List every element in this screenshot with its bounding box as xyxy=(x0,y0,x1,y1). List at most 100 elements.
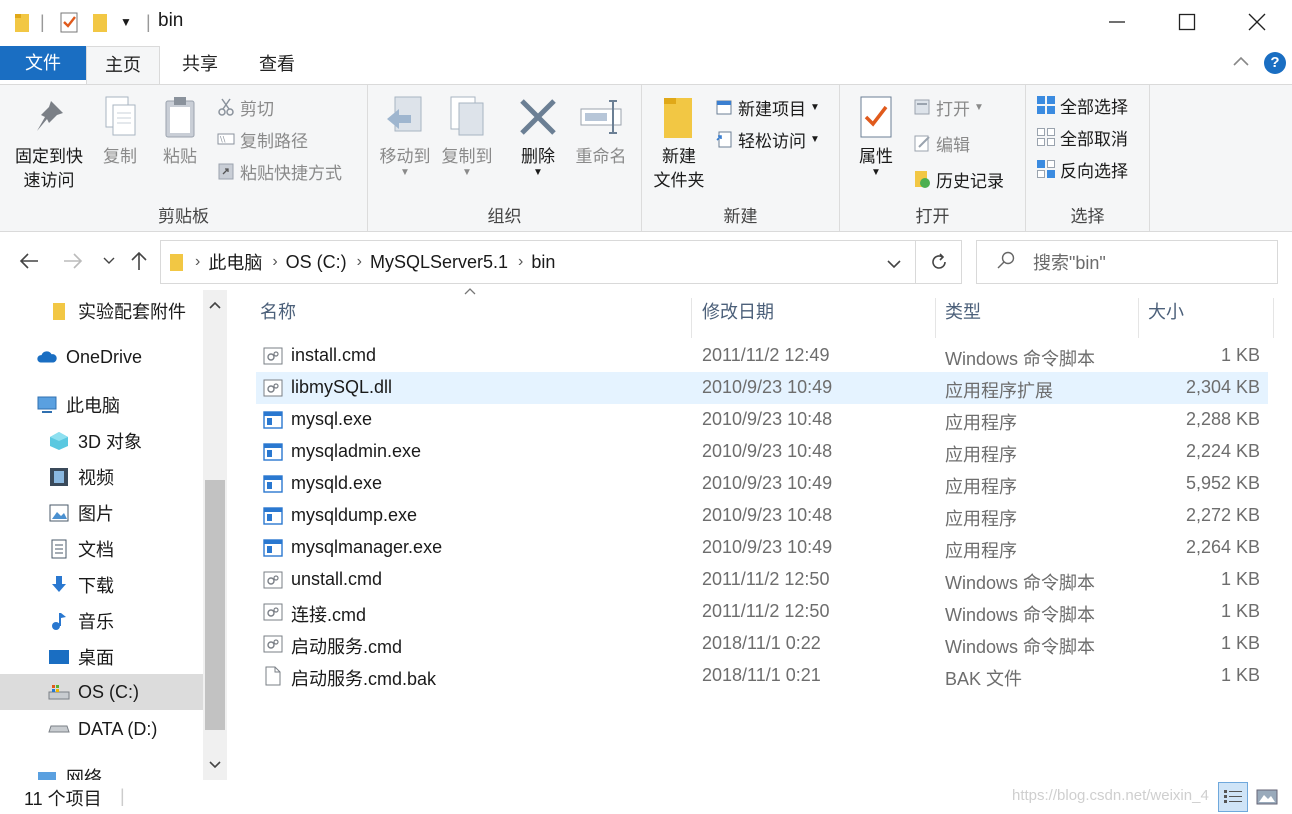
invert-selection-button[interactable]: 反向选择 xyxy=(1036,155,1128,183)
tab-view[interactable]: 查看 xyxy=(240,46,314,84)
breadcrumb-bin[interactable]: bin xyxy=(531,252,555,273)
rename-button[interactable]: 重命名 xyxy=(568,93,634,169)
file-size: 2,272 KB xyxy=(1185,505,1260,525)
column-header-name[interactable]: 名称 xyxy=(252,298,692,338)
nav-item-onedrive[interactable]: OneDrive xyxy=(36,340,142,374)
nav-item-network[interactable]: 网络 xyxy=(36,760,102,780)
refresh-button[interactable] xyxy=(916,240,962,284)
file-size: 1 KB xyxy=(1220,345,1260,365)
nav-item-this-pc[interactable]: 此电脑 xyxy=(36,388,120,422)
paste-shortcut-button[interactable]: 粘贴快捷方式 xyxy=(216,157,342,185)
file-row[interactable]: 连接.cmd 2011/11/2 12:50 Windows 命令脚本 1 KB xyxy=(256,596,1268,628)
select-all-button[interactable]: 全部选择 xyxy=(1036,91,1128,119)
easy-access-button[interactable]: 轻松访问 ▼ xyxy=(714,125,820,153)
file-name[interactable]: install.cmd xyxy=(291,345,376,366)
cut-button[interactable]: 剪切 xyxy=(216,93,274,121)
file-row[interactable]: install.cmd 2011/11/2 12:49 Windows 命令脚本 1 … xyxy=(256,340,1268,372)
delete-button[interactable]: 删除 ▼ xyxy=(508,93,568,178)
search-box[interactable]: 搜索"bin" xyxy=(976,240,1278,284)
column-header-date[interactable]: 修改日期 xyxy=(694,298,936,338)
edit-button[interactable]: 编辑 xyxy=(912,129,970,157)
file-name[interactable]: mysqld.exe xyxy=(291,473,382,494)
open-button[interactable]: 打开 ▼ xyxy=(912,93,984,121)
select-none-button[interactable]: 全部取消 xyxy=(1036,123,1128,151)
nav-item-label: 此电脑 xyxy=(66,396,120,416)
file-name[interactable]: 连接.cmd xyxy=(291,601,366,627)
nav-item-3d-objects[interactable]: 3D 对象 xyxy=(48,424,142,458)
details-view-button[interactable] xyxy=(1218,782,1248,812)
scroll-up-icon[interactable] xyxy=(203,292,227,316)
tab-home[interactable]: 主页 xyxy=(86,46,160,84)
nav-item-music[interactable]: 音乐 xyxy=(48,604,114,638)
nav-item-downloads[interactable]: 下载 xyxy=(48,568,114,602)
scroll-down-icon[interactable] xyxy=(203,752,227,776)
up-button[interactable] xyxy=(124,246,154,276)
paste-button[interactable]: 粘贴 xyxy=(152,93,208,169)
file-row[interactable]: unstall.cmd 2011/11/2 12:50 Windows 命令脚本 1 … xyxy=(256,564,1268,596)
tab-file[interactable]: 文件 xyxy=(0,46,86,80)
scissors-icon xyxy=(216,97,236,117)
file-name[interactable]: mysqladmin.exe xyxy=(291,441,421,462)
separator: | xyxy=(120,786,125,806)
address-dropdown-icon[interactable] xyxy=(887,253,901,274)
nav-item-os-c[interactable]: OS (C:) xyxy=(0,674,203,710)
history-label: 历史记录 xyxy=(936,171,1004,191)
address-bar[interactable]: › 此电脑 › OS (C:) › MySQLServer5.1 › bin xyxy=(160,240,916,284)
file-row[interactable]: mysqld.exe 2010/9/23 10:49 应用程序 5,952 KB xyxy=(256,468,1268,500)
file-name[interactable]: mysql.exe xyxy=(291,409,372,430)
column-header-size[interactable]: 大小 xyxy=(1140,298,1274,338)
copy-path-button[interactable]: \\ 复制路径 xyxy=(216,125,308,153)
file-row[interactable]: mysqldump.exe 2010/9/23 10:48 应用程序 2,272 KB xyxy=(256,500,1268,532)
file-name[interactable]: unstall.cmd xyxy=(291,569,382,590)
breadcrumb-os-c[interactable]: OS (C:) xyxy=(286,252,347,273)
copy-button[interactable]: 复制 xyxy=(92,93,148,169)
tab-share[interactable]: 共享 xyxy=(160,46,240,84)
file-name[interactable]: mysqldump.exe xyxy=(291,505,417,526)
history-button[interactable]: 历史记录 xyxy=(912,165,1004,193)
pin-to-quick-access-button[interactable]: 固定到快 速访问 xyxy=(6,93,92,193)
scrollbar-thumb[interactable] xyxy=(205,480,225,730)
breadcrumb-mysqlserver[interactable]: MySQLServer5.1 xyxy=(370,252,508,273)
nav-item-shiyan[interactable]: 实验配套附件 xyxy=(48,294,186,328)
nav-scrollbar[interactable] xyxy=(203,290,227,780)
script-icon xyxy=(262,602,284,622)
nav-item-data-d[interactable]: DATA (D:) xyxy=(48,712,157,746)
help-icon[interactable]: ? xyxy=(1264,52,1286,74)
file-name[interactable]: libmySQL.dll xyxy=(291,377,392,398)
file-row[interactable]: mysqlmanager.exe 2010/9/23 10:49 应用程序 2,264… xyxy=(256,532,1268,564)
new-item-button[interactable]: 新建项目 ▼ xyxy=(714,93,820,121)
file-row[interactable]: mysql.exe 2010/9/23 10:48 应用程序 2,288 KB xyxy=(256,404,1268,436)
forward-button[interactable] xyxy=(58,246,88,276)
close-button[interactable] xyxy=(1222,0,1292,44)
file-name[interactable]: 启动服务.cmd.bak xyxy=(291,665,436,691)
copy-to-button[interactable]: 复制到 ▼ xyxy=(434,93,500,178)
breadcrumb-this-pc[interactable]: 此电脑 xyxy=(208,249,262,275)
nav-item-videos[interactable]: 视频 xyxy=(48,460,114,494)
search-placeholder: 搜索"bin" xyxy=(1033,253,1106,273)
properties-button[interactable]: 属性 ▼ xyxy=(846,93,906,178)
collapse-ribbon-icon[interactable] xyxy=(1232,54,1250,72)
file-row[interactable]: 启动服务.cmd.bak 2018/11/1 0:21 BAK 文件 1 KB xyxy=(256,660,1268,692)
back-button[interactable] xyxy=(14,246,44,276)
download-icon xyxy=(48,574,70,596)
customize-quick-access-icon[interactable]: ▼ xyxy=(120,10,132,34)
new-folder-button[interactable]: 新建 文件夹 xyxy=(646,93,712,193)
nav-item-documents[interactable]: 文档 xyxy=(48,532,114,566)
file-size: 2,224 KB xyxy=(1185,441,1260,461)
large-icons-view-button[interactable] xyxy=(1252,782,1282,812)
new-folder-quick-icon[interactable] xyxy=(92,10,110,34)
file-row[interactable]: mysqladmin.exe 2010/9/23 10:48 应用程序 2,224 K… xyxy=(256,436,1268,468)
file-row[interactable]: 启动服务.cmd 2018/11/1 0:22 Windows 命令脚本 1 KB xyxy=(256,628,1268,660)
minimize-button[interactable] xyxy=(1082,0,1152,44)
move-to-button[interactable]: 移动到 ▼ xyxy=(372,93,438,178)
file-row[interactable]: libmySQL.dll 2010/9/23 10:49 应用程序扩展 2,304 K… xyxy=(256,372,1268,404)
nav-item-desktop[interactable]: 桌面 xyxy=(48,640,114,674)
file-name[interactable]: 启动服务.cmd xyxy=(291,633,402,659)
maximize-button[interactable] xyxy=(1152,0,1222,44)
file-name[interactable]: mysqlmanager.exe xyxy=(291,537,442,558)
recent-locations-button[interactable] xyxy=(94,246,124,276)
properties-quick-icon[interactable] xyxy=(58,10,80,34)
column-header-type[interactable]: 类型 xyxy=(937,298,1139,338)
open-group: 属性 ▼ 打开 ▼ 编辑 历史记录 打开 xyxy=(840,85,1026,231)
nav-item-pictures[interactable]: 图片 xyxy=(48,496,114,530)
